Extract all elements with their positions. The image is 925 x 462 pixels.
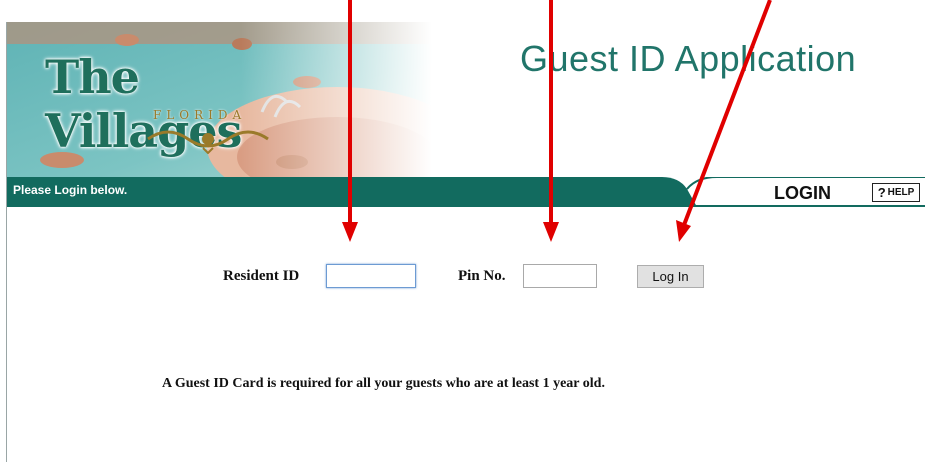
- page-heading: LOGIN: [774, 183, 831, 203]
- app-title: Guest ID Application: [520, 38, 857, 79]
- pin-label: Pin No.: [458, 268, 506, 284]
- help-button[interactable]: ? HELP: [872, 183, 920, 202]
- resident-id-input[interactable]: [326, 264, 416, 288]
- login-prompt: Please Login below.: [13, 183, 128, 197]
- guest-id-notice: A Guest ID Card is required for all your…: [162, 376, 605, 391]
- question-icon: ?: [877, 185, 886, 200]
- logo-subtext: FLORIDA: [153, 108, 247, 122]
- logo-flourish-icon: [147, 130, 269, 154]
- resident-id-label: Resident ID: [223, 268, 300, 284]
- pin-input[interactable]: [523, 264, 597, 288]
- help-label: HELP: [887, 187, 915, 198]
- login-button[interactable]: Log In: [637, 265, 704, 288]
- villages-logo: The Villages FLORIDA: [45, 50, 325, 160]
